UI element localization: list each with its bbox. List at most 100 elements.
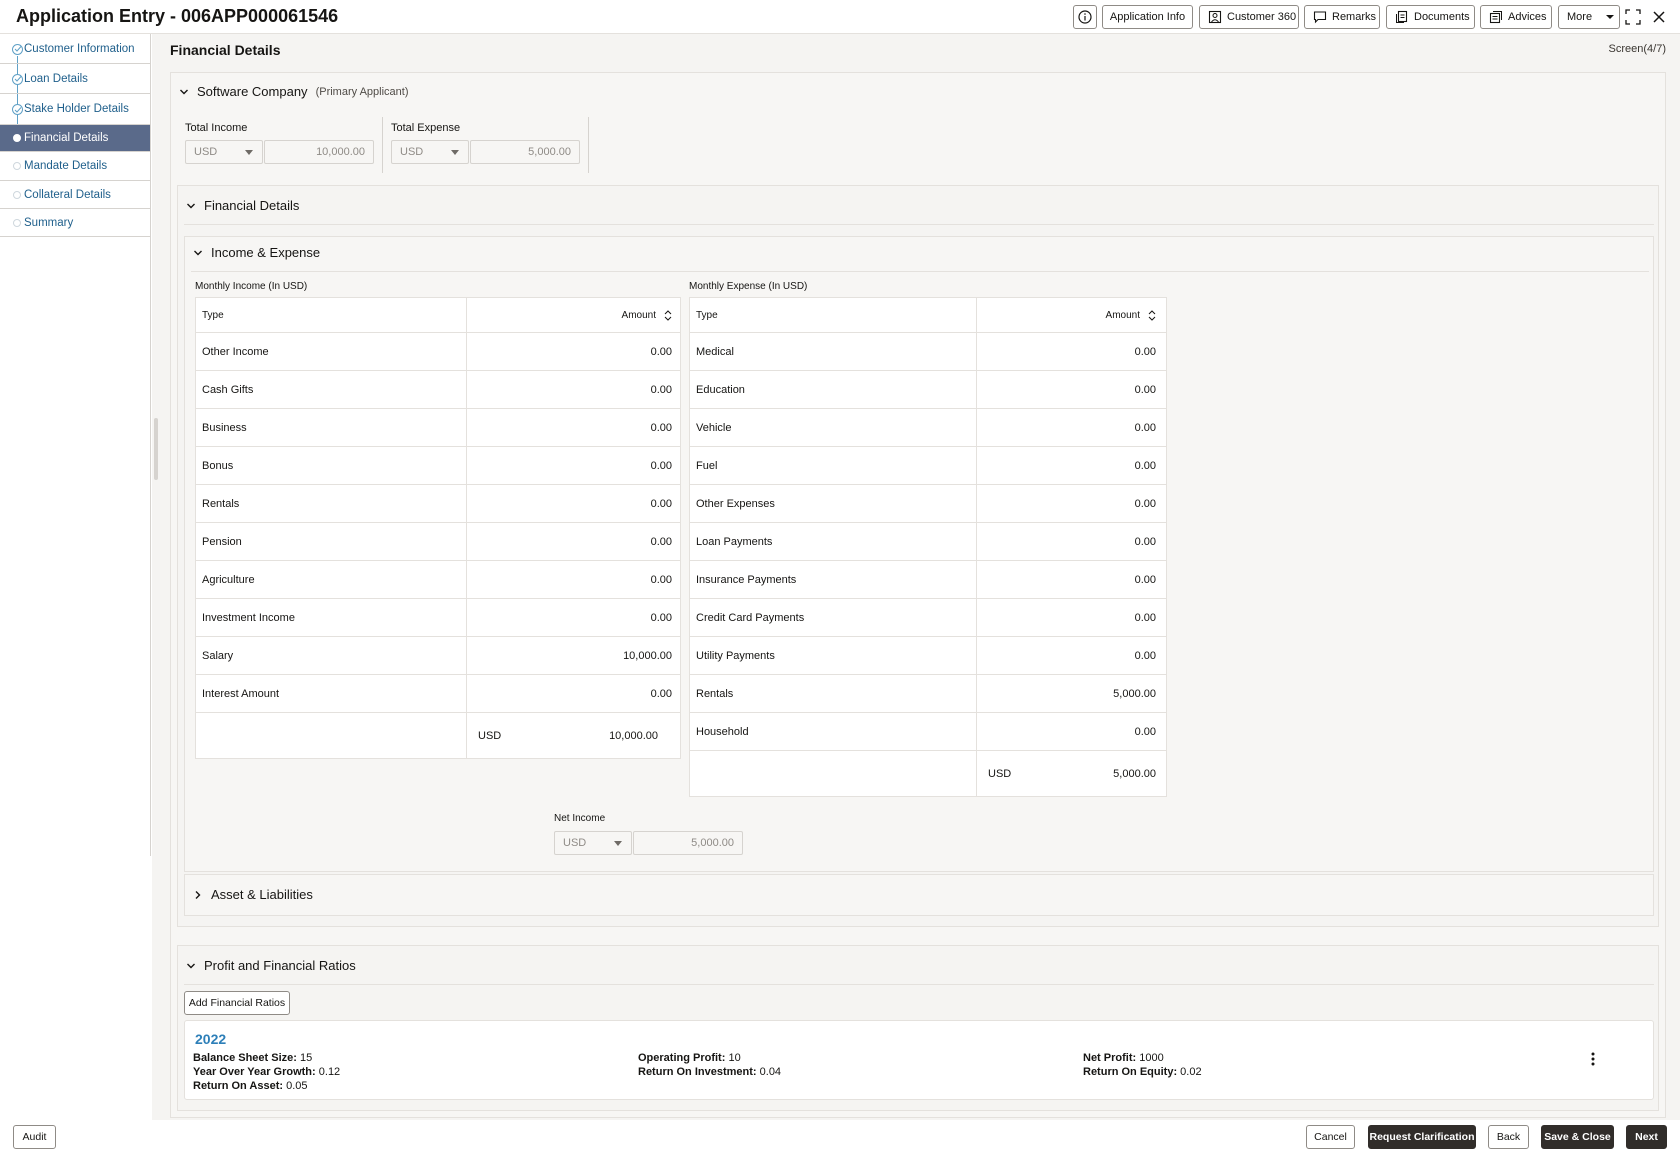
applicant-header[interactable]: Software Company (Primary Applicant) bbox=[179, 84, 408, 99]
advices-button[interactable]: Advices bbox=[1480, 5, 1552, 29]
total-expense-currency-select[interactable]: USD bbox=[391, 140, 469, 164]
request-clarification-button[interactable]: Request Clarification bbox=[1368, 1125, 1476, 1149]
sidebar-item-loan-details[interactable]: Loan Details bbox=[0, 64, 150, 94]
amount-column-header[interactable]: Amount bbox=[466, 298, 678, 332]
applicant-role: (Primary Applicant) bbox=[315, 85, 409, 98]
add-financial-ratios-button[interactable]: Add Financial Ratios bbox=[184, 991, 290, 1015]
sort-icon bbox=[1148, 309, 1156, 321]
pending-step-icon bbox=[13, 162, 21, 170]
advices-icon bbox=[1489, 11, 1502, 24]
card-actions-button[interactable] bbox=[1583, 1049, 1603, 1069]
row-amount: 0.00 bbox=[650, 459, 672, 472]
next-button[interactable]: Next bbox=[1626, 1125, 1667, 1149]
row-type: Credit Card Payments bbox=[696, 611, 805, 624]
expense-table-caption: Monthly Expense (In USD) bbox=[689, 281, 808, 292]
sidebar-item-label: Loan Details bbox=[24, 72, 88, 85]
sidebar-item-summary[interactable]: Summary bbox=[0, 209, 150, 237]
back-button[interactable]: Back bbox=[1488, 1125, 1529, 1149]
close-button[interactable] bbox=[1648, 6, 1670, 28]
row-amount: 0.00 bbox=[1134, 573, 1156, 586]
return-on-asset: Return On Asset: 0.05 bbox=[193, 1080, 308, 1092]
application-info-button[interactable]: Application Info bbox=[1102, 5, 1193, 29]
sidebar-item-label: Customer Information bbox=[24, 42, 135, 55]
total-income-currency-select[interactable]: USD bbox=[185, 140, 263, 164]
info-icon bbox=[1078, 10, 1092, 24]
row-amount: 0.00 bbox=[1134, 459, 1156, 472]
type-column-header: Type bbox=[202, 309, 224, 321]
row-amount: 5,000.00 bbox=[1113, 687, 1156, 700]
total-currency: USD bbox=[988, 767, 1012, 780]
row-amount: 0.00 bbox=[1134, 497, 1156, 510]
chevron-down-icon bbox=[187, 203, 195, 208]
sidebar-item-customer-information[interactable]: Customer Information bbox=[0, 34, 150, 64]
row-type: Insurance Payments bbox=[696, 573, 797, 586]
net-income-amount[interactable]: 5,000.00 bbox=[633, 831, 743, 855]
financial-details-header[interactable]: Financial Details bbox=[186, 198, 299, 213]
sidebar-item-financial-details[interactable]: Financial Details bbox=[0, 125, 150, 152]
caret-down-icon bbox=[614, 841, 622, 846]
net-income-currency-select[interactable]: USD bbox=[554, 831, 632, 855]
row-amount: 0.00 bbox=[1134, 421, 1156, 434]
row-type: Education bbox=[696, 383, 745, 396]
row-type: Agriculture bbox=[202, 573, 255, 586]
row-amount: 0.00 bbox=[650, 687, 672, 700]
kv-label: Return On Asset: bbox=[193, 1080, 284, 1092]
asset-liabilities-header[interactable]: Asset & Liabilities bbox=[193, 887, 313, 902]
sidebar-item-collateral-details[interactable]: Collateral Details bbox=[0, 181, 150, 209]
table-row: Utility Payments 0.00 bbox=[690, 637, 1166, 675]
caret-down-icon bbox=[451, 150, 459, 155]
documents-button[interactable]: Documents bbox=[1386, 5, 1475, 29]
remarks-button[interactable]: Remarks bbox=[1304, 5, 1380, 29]
currency-value: USD bbox=[400, 146, 424, 158]
applicant-panel: Software Company (Primary Applicant) Tot… bbox=[170, 72, 1666, 1118]
section-divider bbox=[191, 271, 1649, 272]
row-amount: 0.00 bbox=[650, 345, 672, 358]
amount-header-label: Amount bbox=[621, 309, 656, 321]
table-row: Other Income 0.00 bbox=[196, 333, 680, 371]
sidebar-item-mandate-details[interactable]: Mandate Details bbox=[0, 152, 150, 181]
sidebar-item-label: Mandate Details bbox=[24, 160, 108, 172]
total-income-amount[interactable]: 10,000.00 bbox=[264, 140, 374, 164]
sidebar-resize-handle[interactable] bbox=[154, 418, 158, 480]
amount-column-header[interactable]: Amount bbox=[976, 298, 1162, 332]
financial-details-title: Financial Details bbox=[204, 198, 300, 213]
documents-label: Documents bbox=[1414, 11, 1470, 23]
check-circle-icon bbox=[12, 104, 23, 115]
sidebar-item-stake-holder-details[interactable]: Stake Holder Details bbox=[0, 94, 150, 125]
income-total-row: USD 10,000.00 bbox=[196, 711, 680, 760]
kv-label: Return On Equity: bbox=[1083, 1066, 1178, 1078]
row-amount: 0.00 bbox=[650, 573, 672, 586]
section-divider bbox=[184, 224, 1654, 225]
type-column-header: Type bbox=[696, 309, 718, 321]
year-over-year-growth: Year Over Year Growth: 0.12 bbox=[193, 1066, 340, 1078]
income-expense-header[interactable]: Income & Expense bbox=[193, 245, 320, 260]
fullscreen-button[interactable] bbox=[1622, 6, 1644, 28]
person-card-icon bbox=[1208, 10, 1222, 24]
documents-icon bbox=[1396, 10, 1408, 23]
close-icon bbox=[1653, 11, 1665, 23]
customer-360-button[interactable]: Customer 360 bbox=[1199, 5, 1299, 29]
chat-icon bbox=[1313, 11, 1327, 24]
more-menu-button[interactable]: More bbox=[1558, 5, 1620, 29]
chevron-down-icon bbox=[180, 89, 188, 94]
check-circle-icon bbox=[12, 43, 23, 55]
section-title: Financial Details bbox=[170, 42, 281, 58]
fullscreen-icon bbox=[1625, 9, 1641, 25]
row-type: Household bbox=[696, 725, 749, 738]
save-close-button[interactable]: Save & Close bbox=[1541, 1125, 1614, 1149]
audit-button[interactable]: Audit bbox=[13, 1125, 56, 1149]
table-row: Interest Amount 0.00 bbox=[196, 675, 680, 713]
cancel-button[interactable]: Cancel bbox=[1306, 1125, 1355, 1149]
table-row: Credit Card Payments 0.00 bbox=[690, 599, 1166, 637]
table-row: Investment Income 0.00 bbox=[196, 599, 680, 637]
field-divider bbox=[588, 117, 589, 173]
table-row: Education 0.00 bbox=[690, 371, 1166, 409]
info-button[interactable] bbox=[1073, 5, 1097, 29]
total-expense-amount[interactable]: 5,000.00 bbox=[470, 140, 580, 164]
row-type: Cash Gifts bbox=[202, 383, 254, 396]
financial-ratios-header[interactable]: Profit and Financial Ratios bbox=[186, 958, 356, 973]
chevron-down-icon bbox=[194, 250, 202, 255]
kv-value: 0.05 bbox=[286, 1080, 308, 1092]
total-income-label: Total Income bbox=[185, 122, 248, 134]
row-type: Rentals bbox=[202, 497, 240, 510]
